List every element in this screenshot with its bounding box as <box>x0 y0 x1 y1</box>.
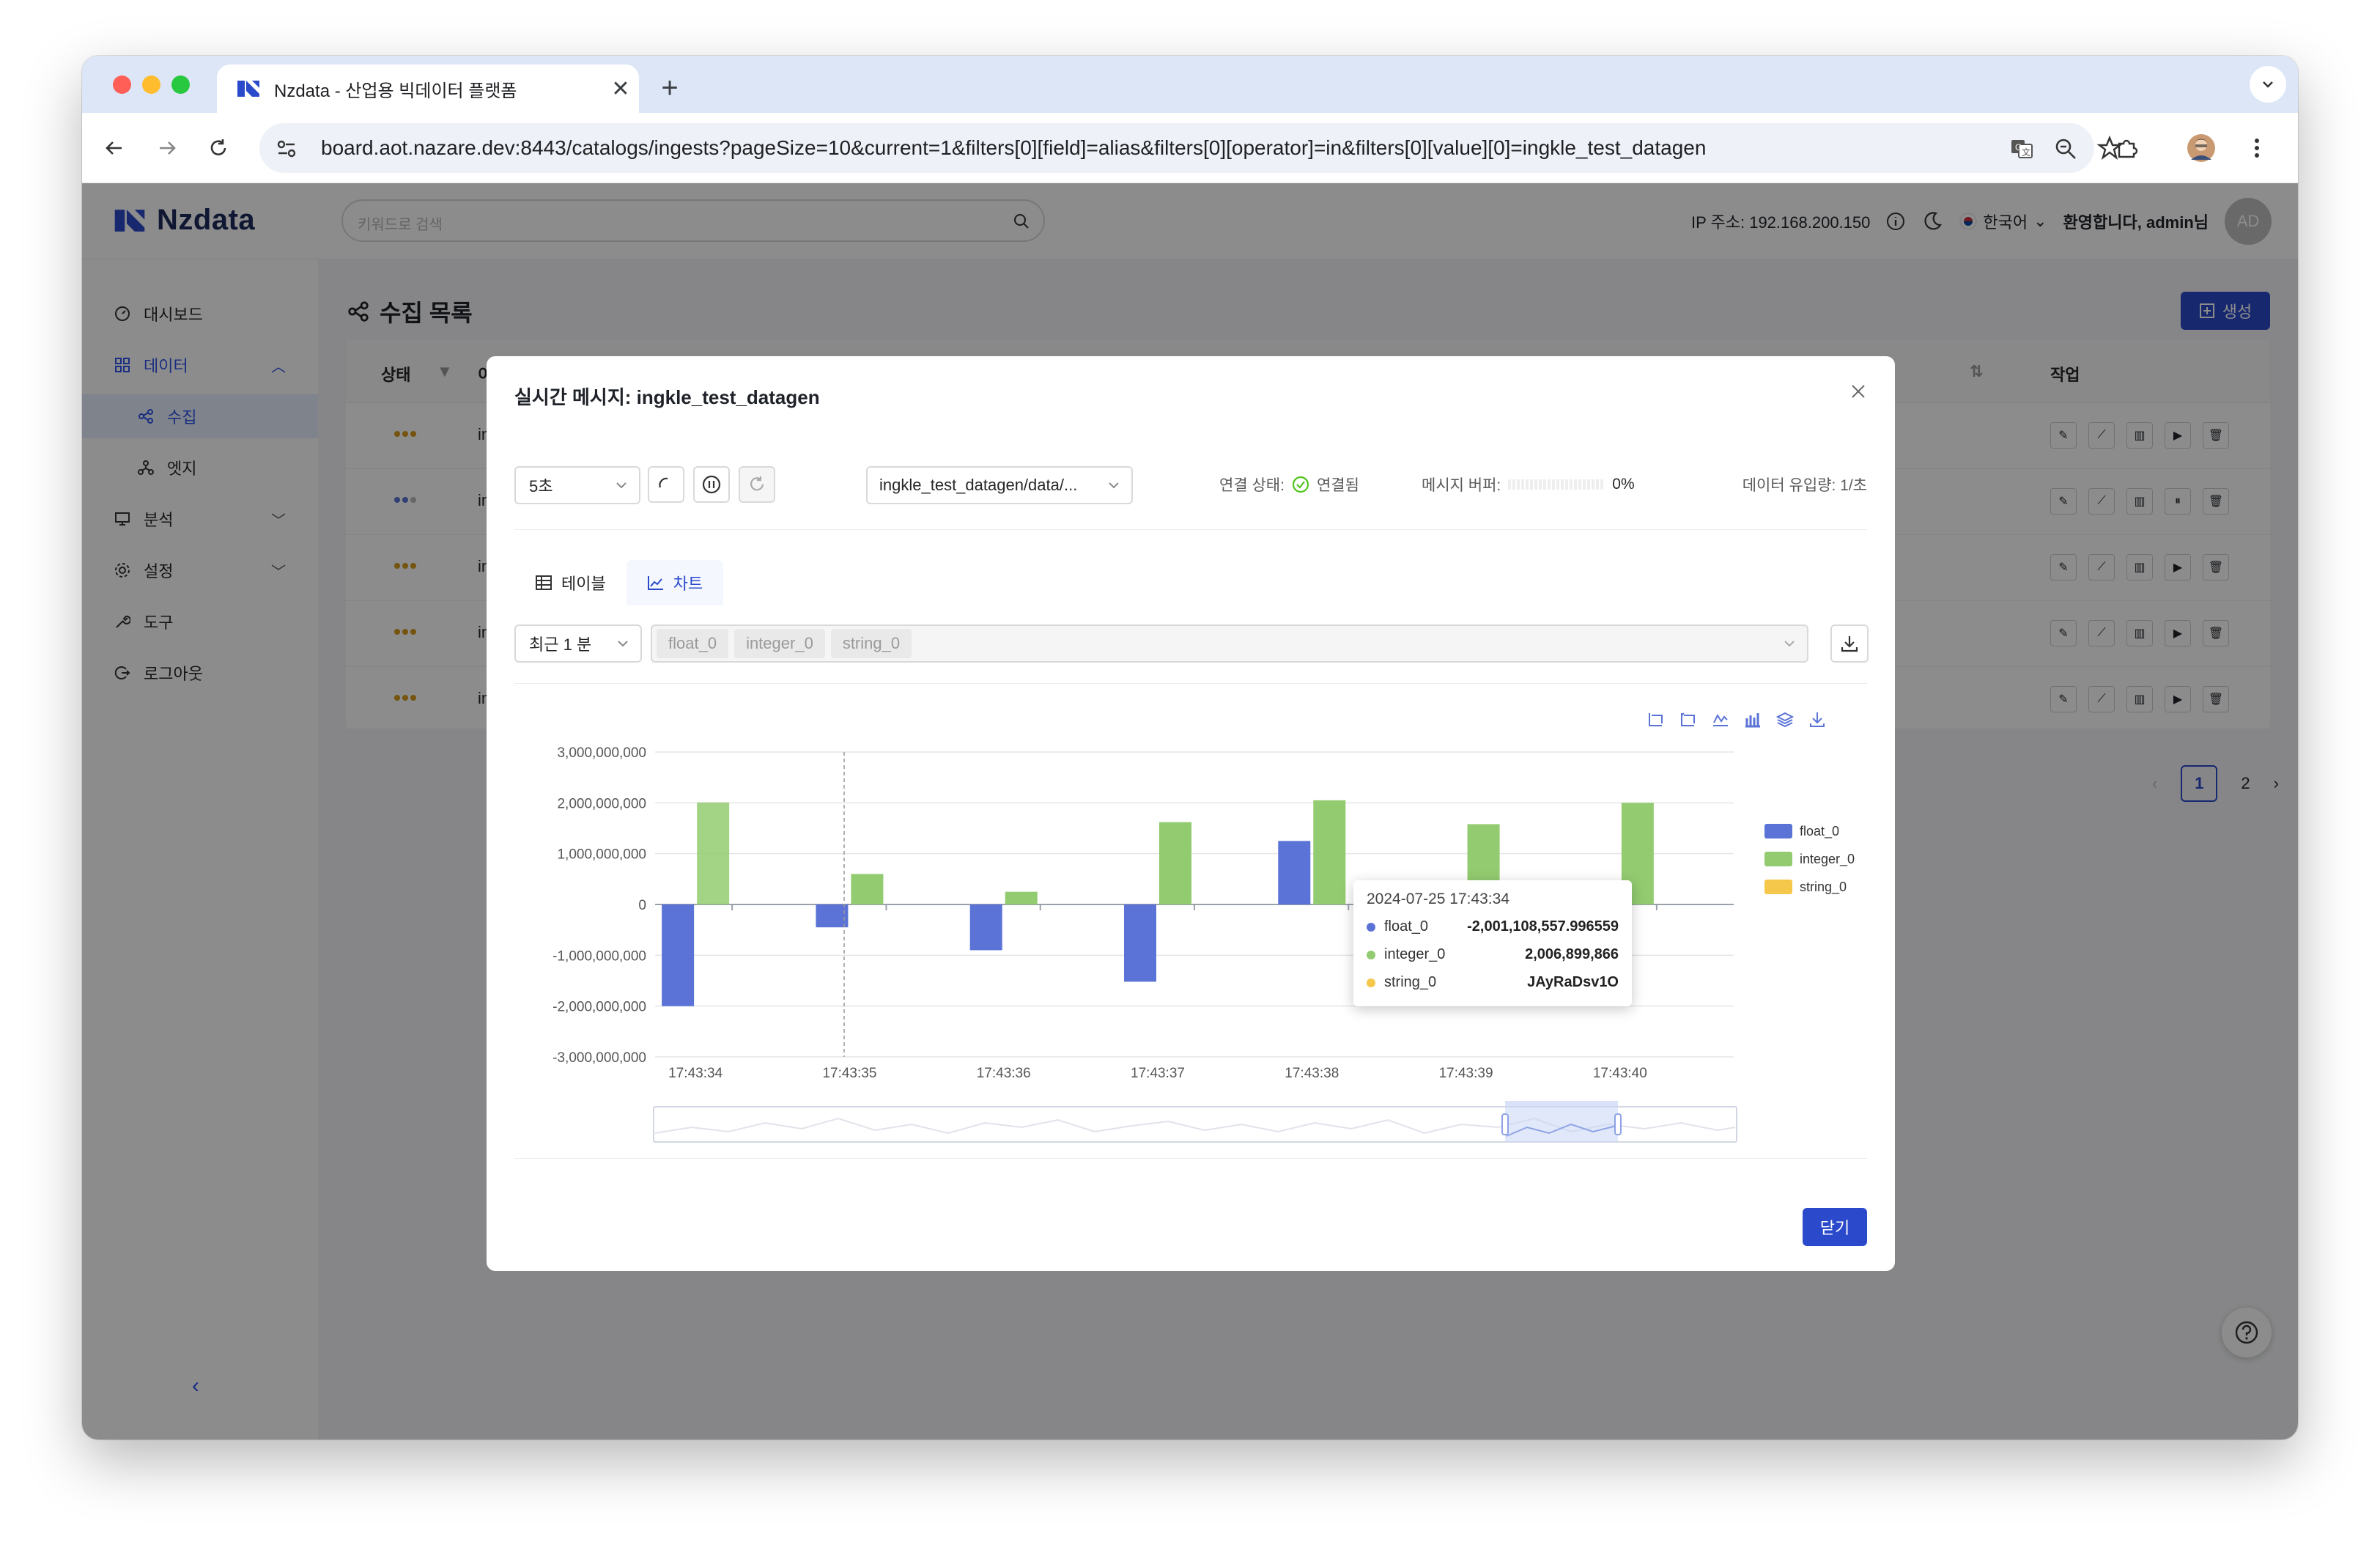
bar-integer_0 <box>697 802 730 904</box>
series-dot <box>1367 950 1375 959</box>
reload-button[interactable] <box>201 130 236 166</box>
y-tick-label: -2,000,000,000 <box>552 1000 646 1015</box>
legend-label: string_0 <box>1800 880 1847 895</box>
bar-float_0 <box>1278 841 1311 904</box>
slider-selection[interactable] <box>1505 1107 1618 1142</box>
close-window-button[interactable] <box>113 75 131 94</box>
browser-window: Nzdata - 산업용 빅데이터 플랫폼 ✕ + board.aot.naza… <box>82 56 2298 1440</box>
slider-move-handle[interactable] <box>1505 1101 1618 1107</box>
y-tick-label: 1,000,000,000 <box>557 847 646 863</box>
translate-icon[interactable]: G文 <box>2009 136 2034 161</box>
tab-search-button[interactable] <box>2250 66 2286 103</box>
zoom-reset-icon[interactable] <box>1681 712 1695 726</box>
tooltip-row: string_0 JAyRaDsv1O <box>1367 974 1619 991</box>
svg-text:文: 文 <box>2022 147 2030 158</box>
url-text: board.aot.nazare.dev:8443/catalogs/inges… <box>321 136 1707 159</box>
arrow-left-icon <box>106 141 122 155</box>
minimize-window-button[interactable] <box>142 75 160 94</box>
tab-bar: Nzdata - 산업용 빅데이터 플랫폼 ✕ + <box>82 56 2298 113</box>
tooltip-series-value: 2,006,899,866 <box>1525 946 1619 962</box>
tooltip-series-value: JAyRaDsv1O <box>1527 974 1619 990</box>
line-type-icon[interactable] <box>1713 713 1728 726</box>
x-tick-label: 17:43:34 <box>668 1066 722 1081</box>
x-tick-label: 17:43:38 <box>1285 1066 1339 1081</box>
maximize-window-button[interactable] <box>171 75 190 94</box>
tab-title: Nzdata - 산업용 빅데이터 플랫폼 <box>274 81 517 101</box>
data-zoom-slider[interactable] <box>653 1101 1737 1143</box>
site-settings-icon[interactable] <box>274 136 299 161</box>
legend-swatch <box>1764 852 1792 866</box>
browser-toolbar: board.aot.nazare.dev:8443/catalogs/inges… <box>82 113 2298 183</box>
realtime-message-modal: 실시간 메시지: ingkle_test_datagen 5초 ingkle_t… <box>487 356 1895 1271</box>
save-image-icon[interactable] <box>1810 712 1825 727</box>
bar-float_0 <box>816 904 849 928</box>
series-dot <box>1367 922 1375 932</box>
bar-integer_0 <box>851 874 884 904</box>
x-tick-label: 17:43:35 <box>822 1066 876 1081</box>
stack-type-icon[interactable] <box>1775 712 1795 728</box>
bar-float_0 <box>662 904 695 1006</box>
y-tick-label: 0 <box>638 898 646 913</box>
tooltip-row: float_0 -2,001,108,557.996559 <box>1367 918 1619 935</box>
profile-avatar[interactable] <box>2185 132 2217 164</box>
tooltip-series-name: float_0 <box>1384 918 1429 935</box>
nzdata-favicon-icon <box>237 81 259 97</box>
legend-swatch <box>1764 880 1792 894</box>
bar-integer_0 <box>1159 822 1191 904</box>
forward-button[interactable] <box>149 130 185 166</box>
series-dot <box>1367 978 1375 987</box>
divider <box>514 1158 1867 1159</box>
slider-left-handle[interactable] <box>1501 1113 1509 1135</box>
new-tab-icon[interactable]: + <box>648 67 692 108</box>
tooltip-series-name: string_0 <box>1384 974 1437 990</box>
chart-toolbox <box>1649 712 1825 728</box>
reload-icon <box>210 139 226 155</box>
bar-float_0 <box>969 904 1002 951</box>
realtime-bar-chart[interactable]: 3,000,000,000 2,000,000,000 1,000,000,000 0… <box>487 356 1895 1162</box>
tooltip-row: integer_0 2,006,899,866 <box>1367 946 1619 963</box>
y-tick-label: -1,000,000,000 <box>552 948 646 964</box>
x-tick-label: 17:43:39 <box>1439 1066 1493 1081</box>
arrow-right-icon <box>160 141 176 155</box>
slider-right-handle[interactable] <box>1614 1113 1622 1135</box>
zoom-icon[interactable] <box>2053 136 2078 161</box>
tooltip-title: 2024-07-25 17:43:34 <box>1367 891 1509 907</box>
profile-avatar-icon <box>2187 134 2215 162</box>
bar-integer_0 <box>1005 891 1038 904</box>
x-tick-label: 17:43:37 <box>1131 1066 1185 1081</box>
legend-label: float_0 <box>1800 824 1839 839</box>
more-vertical-icon <box>2255 139 2259 158</box>
tooltip-series-value: -2,001,108,557.996559 <box>1467 918 1619 935</box>
x-tick-label: 17:43:40 <box>1593 1066 1647 1081</box>
zoom-select-icon[interactable] <box>1649 713 1663 726</box>
tooltip-series-name: integer_0 <box>1384 946 1446 962</box>
close-button[interactable]: 닫기 <box>1803 1208 1867 1246</box>
chart-tooltip: 2024-07-25 17:43:34 float_0 -2,001,108,5… <box>1353 880 1632 1006</box>
legend-label: integer_0 <box>1800 852 1855 867</box>
address-bar[interactable]: board.aot.nazare.dev:8443/catalogs/inges… <box>259 123 2122 173</box>
chevron-down-icon <box>2263 81 2273 88</box>
legend-swatch <box>1764 824 1792 838</box>
y-axis: 3,000,000,000 2,000,000,000 1,000,000,000 0… <box>552 745 646 1066</box>
y-tick-label: 2,000,000,000 <box>557 796 646 811</box>
tab-close-icon[interactable]: ✕ <box>602 76 639 102</box>
y-tick-label: -3,000,000,000 <box>552 1050 646 1066</box>
browser-tab[interactable]: Nzdata - 산업용 빅데이터 플랫폼 ✕ <box>217 64 639 113</box>
chart-legend: float_0 integer_0 string_0 <box>1764 824 1855 895</box>
bar-float_0 <box>1124 904 1156 982</box>
bar-type-icon[interactable] <box>1745 713 1760 728</box>
bar-integer_0 <box>1313 800 1346 904</box>
back-button[interactable] <box>97 130 132 166</box>
svg-text:G: G <box>2015 142 2022 152</box>
app-root: Nzdata 키워드로 검색 IP 주소: 192.168.200.150 한국… <box>82 183 2298 1440</box>
y-tick-label: 3,000,000,000 <box>557 745 646 761</box>
puzzle-icon <box>2118 139 2138 158</box>
extensions-button[interactable] <box>2110 132 2143 164</box>
x-tick-label: 17:43:36 <box>977 1066 1031 1081</box>
browser-menu-button[interactable] <box>2241 132 2273 164</box>
